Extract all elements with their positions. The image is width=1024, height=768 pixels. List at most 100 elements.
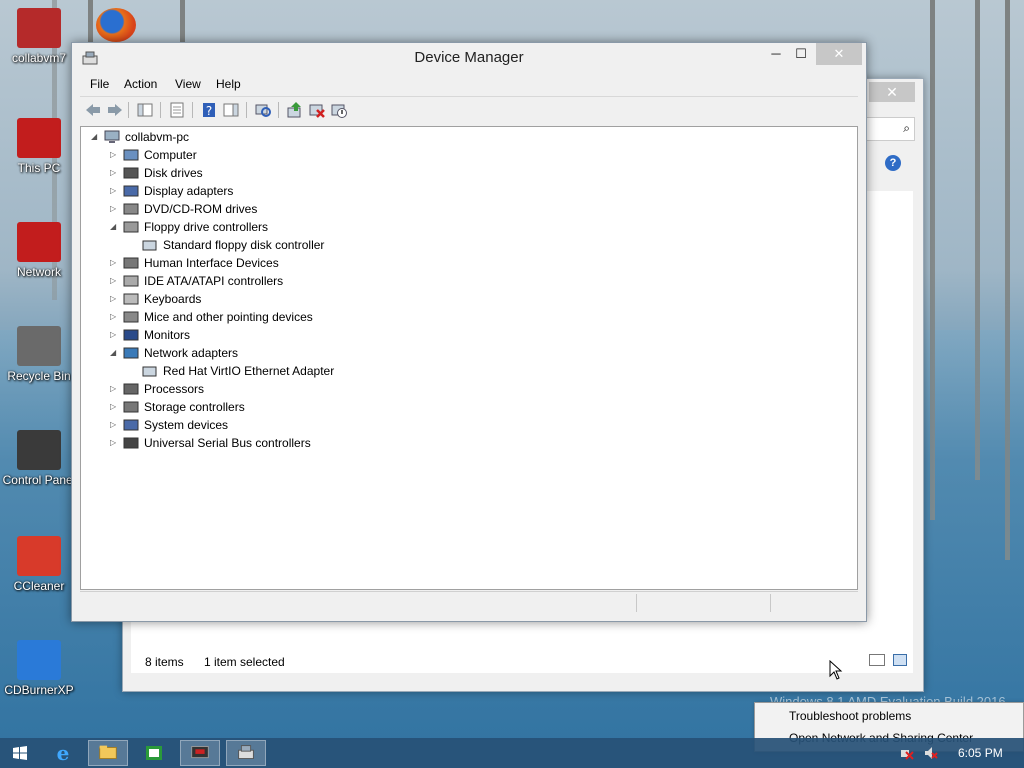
update-driver-icon[interactable] bbox=[286, 101, 304, 119]
network-tray-icon[interactable] bbox=[900, 746, 914, 760]
device-tree: ◢ collabvm-pc ▷ Computer ▷ Disk drives ▷ Disp… bbox=[80, 126, 858, 590]
tree-category-label: Monitors bbox=[144, 328, 191, 342]
status-bar bbox=[80, 591, 858, 614]
expand-arrow-icon[interactable]: ▷ bbox=[110, 326, 120, 344]
menu-help[interactable]: Help bbox=[216, 77, 241, 91]
computer-icon bbox=[123, 149, 139, 161]
expand-arrow-icon[interactable]: ▷ bbox=[110, 290, 120, 308]
expand-arrow-icon[interactable]: ▷ bbox=[110, 434, 120, 452]
desktop-icon-label: Network bbox=[16, 265, 61, 279]
toolbar-separator bbox=[128, 102, 129, 118]
file-explorer-taskbar-button[interactable] bbox=[88, 740, 128, 766]
disk-drive-icon bbox=[123, 167, 139, 179]
svg-text:?: ? bbox=[206, 104, 212, 118]
selected-count: 1 item selected bbox=[204, 655, 285, 669]
expand-arrow-icon[interactable]: ▷ bbox=[110, 272, 120, 290]
search-input[interactable]: ⌕ bbox=[863, 117, 915, 141]
remote-desktop-icon bbox=[191, 746, 209, 759]
mouse-cursor-icon bbox=[829, 660, 843, 680]
firefox-icon[interactable] bbox=[96, 8, 136, 42]
tree-category-label: Network adapters bbox=[144, 346, 239, 360]
floppy-controller-icon bbox=[123, 221, 139, 233]
taskbar: e 6:05 PM bbox=[0, 738, 1024, 768]
device-manager-taskbar-button[interactable] bbox=[226, 740, 266, 766]
desktop-icon-label: CCleaner bbox=[13, 579, 65, 593]
internet-explorer-icon[interactable]: e bbox=[43, 740, 83, 766]
desktop-icon-collabvm7[interactable]: collabvm7 bbox=[2, 8, 76, 65]
tree-category-label: DVD/CD-ROM drives bbox=[144, 202, 258, 216]
volume-tray-icon[interactable] bbox=[924, 746, 938, 760]
disable-device-icon[interactable] bbox=[330, 101, 348, 119]
keyboard-icon bbox=[123, 293, 139, 305]
menu-item-troubleshoot[interactable]: Troubleshoot problems bbox=[789, 709, 911, 723]
help-icon[interactable]: ? bbox=[885, 155, 901, 171]
network-icon bbox=[17, 222, 61, 262]
desktop-icon-label: Recycle Bin bbox=[7, 369, 71, 383]
desktop-icon-network[interactable]: Network bbox=[2, 222, 76, 279]
minimize-button[interactable]: ─ bbox=[766, 43, 786, 65]
back-icon[interactable] bbox=[84, 101, 102, 119]
properties-icon[interactable] bbox=[168, 101, 186, 119]
menu-action[interactable]: Action bbox=[124, 77, 157, 91]
expand-arrow-icon[interactable]: ▷ bbox=[110, 398, 120, 416]
wallpaper-tree bbox=[975, 0, 980, 480]
forward-icon[interactable] bbox=[106, 101, 124, 119]
storage-controller-icon bbox=[123, 401, 139, 413]
expand-arrow-icon[interactable]: ▷ bbox=[110, 380, 120, 398]
collapse-arrow-icon[interactable]: ◢ bbox=[91, 128, 101, 146]
menu-bar: File Action View Help bbox=[80, 73, 858, 95]
clock[interactable]: 6:05 PM bbox=[958, 746, 1003, 760]
help-icon[interactable]: ? bbox=[200, 101, 218, 119]
tree-category-label: Computer bbox=[144, 148, 197, 162]
desktop-icon-ccleaner[interactable]: CCleaner bbox=[2, 536, 76, 593]
store-icon[interactable] bbox=[134, 740, 174, 766]
toolbar: ? bbox=[80, 96, 858, 123]
collapse-arrow-icon[interactable]: ◢ bbox=[110, 218, 120, 236]
expand-arrow-icon[interactable]: ▷ bbox=[110, 254, 120, 272]
uninstall-icon[interactable] bbox=[308, 101, 326, 119]
tree-device-label: Standard floppy disk controller bbox=[163, 238, 325, 252]
menu-file[interactable]: File bbox=[90, 77, 109, 91]
expand-arrow-icon[interactable]: ▷ bbox=[110, 416, 120, 434]
tree-category-label: Mice and other pointing devices bbox=[144, 310, 313, 324]
show-hide-action-pane-icon[interactable] bbox=[222, 101, 240, 119]
usb-icon bbox=[123, 437, 139, 449]
file-explorer-icon bbox=[99, 745, 117, 759]
desktop-icon-this-pc[interactable]: This PC bbox=[2, 118, 76, 175]
monitor-icon bbox=[123, 329, 139, 341]
tree-root-label: collabvm-pc bbox=[125, 130, 190, 144]
desktop-icon-label: CDBurnerXP bbox=[4, 683, 74, 697]
maximize-button[interactable]: ☐ bbox=[790, 43, 812, 65]
desktop-icon-cdburnerxp[interactable]: CDBurnerXP bbox=[2, 640, 76, 697]
expand-arrow-icon[interactable]: ▷ bbox=[110, 308, 120, 326]
expand-arrow-icon[interactable]: ▷ bbox=[110, 200, 120, 218]
computer-root-icon bbox=[104, 130, 120, 143]
system-devices-icon bbox=[123, 419, 139, 431]
menu-view[interactable]: View bbox=[175, 77, 201, 91]
start-icon[interactable] bbox=[0, 740, 40, 766]
details-view-icon[interactable] bbox=[869, 654, 885, 666]
expand-arrow-icon[interactable]: ▷ bbox=[110, 146, 120, 164]
remote-desktop-taskbar-button[interactable] bbox=[180, 740, 220, 766]
show-hide-tree-icon[interactable] bbox=[136, 101, 154, 119]
tree-category-label: IDE ATA/ATAPI controllers bbox=[144, 274, 284, 288]
display-adapter-icon bbox=[123, 185, 139, 197]
cdburnerxp-icon bbox=[17, 640, 61, 680]
control-panel-icon bbox=[17, 430, 61, 470]
desktop-icon-label: Control Panel bbox=[2, 473, 76, 487]
title-bar[interactable]: Device Manager ─ ☐ ✕ bbox=[72, 43, 866, 73]
tree-category-label: Human Interface Devices bbox=[144, 256, 279, 270]
toolbar-separator bbox=[246, 102, 247, 118]
expand-arrow-icon[interactable]: ▷ bbox=[110, 164, 120, 182]
desktop-icon-recycle-bin[interactable]: Recycle Bin bbox=[2, 326, 76, 383]
collapse-arrow-icon[interactable]: ◢ bbox=[110, 344, 120, 362]
toolbar-separator bbox=[278, 102, 279, 118]
device-icon bbox=[142, 240, 157, 251]
tree-device-label: Red Hat VirtIO Ethernet Adapter bbox=[163, 364, 335, 378]
scan-hardware-icon[interactable] bbox=[254, 101, 272, 119]
expand-arrow-icon[interactable]: ▷ bbox=[110, 182, 120, 200]
close-button[interactable]: ✕ bbox=[869, 82, 915, 102]
desktop-icon-control-panel[interactable]: Control Panel bbox=[2, 430, 76, 487]
close-button[interactable]: ✕ bbox=[816, 43, 862, 65]
large-icons-view-icon[interactable] bbox=[893, 654, 907, 666]
